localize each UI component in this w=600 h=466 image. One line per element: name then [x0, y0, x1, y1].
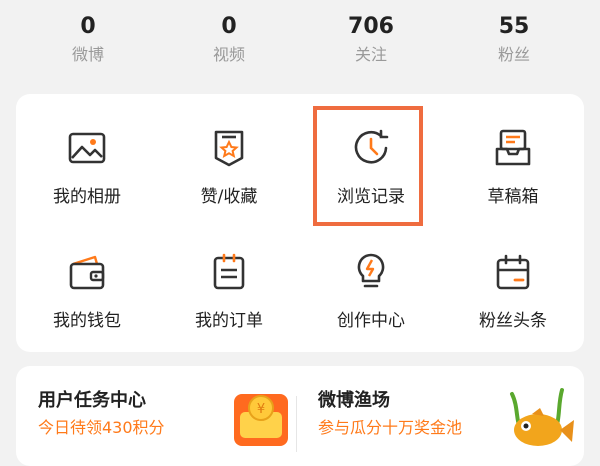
photo-album-icon — [68, 132, 106, 164]
stat-following[interactable]: 706 关注 — [301, 12, 441, 68]
stat-followers[interactable]: 55 粉丝 — [444, 12, 584, 68]
stat-value: 706 — [348, 14, 394, 39]
grid-item-drafts[interactable]: 草稿箱 — [442, 100, 584, 220]
grid-item-wallet[interactable]: 我的钱包 — [16, 224, 158, 344]
weibo-fishery[interactable]: 微博渔场 参与瓜分十万奖金池 — [318, 388, 462, 442]
grid-item-label: 浏览记录 — [337, 187, 405, 207]
stat-value: 0 — [80, 14, 96, 39]
wallet-icon — [69, 255, 105, 290]
user-task-center[interactable]: 用户任务中心 今日待领430积分 — [38, 388, 165, 442]
stat-label: 视频 — [212, 45, 245, 64]
lightbulb-icon — [357, 253, 385, 288]
task-subtitle: 参与瓜分十万奖金池 — [318, 418, 463, 437]
grid-item-album[interactable]: 我的相册 — [16, 100, 158, 220]
feature-grid-card: 我的相册 赞/收藏 浏览记录 草稿箱 我的钱包 我的订单 创作中心 粉丝头条 — [16, 94, 584, 352]
grid-item-label: 我的订单 — [195, 311, 263, 331]
grid-item-likes[interactable]: 赞/收藏 — [158, 100, 300, 220]
grid-item-label: 我的钱包 — [53, 311, 121, 331]
task-title: 微博渔场 — [318, 390, 390, 411]
fish-icon — [510, 388, 574, 446]
grid-item-label: 我的相册 — [53, 187, 121, 207]
grid-item-label: 赞/收藏 — [200, 187, 258, 207]
grid-item-label: 创作中心 — [337, 311, 405, 331]
stat-value: 0 — [221, 14, 237, 39]
profile-stats: 0 微博 0 视频 706 关注 55 粉丝 — [0, 0, 600, 82]
grid-item-orders[interactable]: 我的订单 — [158, 224, 300, 344]
grid-item-history[interactable]: 浏览记录 — [300, 100, 442, 220]
stat-label: 粉丝 — [497, 45, 530, 64]
order-list-icon — [213, 253, 245, 290]
grid-item-fan-headlines[interactable]: 粉丝头条 — [442, 224, 584, 344]
history-clock-icon — [354, 129, 389, 164]
svg-text:¥: ¥ — [257, 402, 265, 417]
task-title: 用户任务中心 — [38, 390, 146, 411]
tasks-card: 用户任务中心 今日待领430积分 ¥ 微博渔场 参与瓜分十万奖金池 — [16, 366, 584, 466]
star-bookmark-icon — [214, 130, 244, 167]
stat-label: 微博 — [71, 45, 104, 64]
grid-item-label: 粉丝头条 — [479, 311, 547, 331]
stat-videos[interactable]: 0 视频 — [159, 12, 299, 68]
gold-coins-icon: ¥ — [234, 394, 288, 446]
grid-item-creator-center[interactable]: 创作中心 — [300, 224, 442, 344]
stat-weibo[interactable]: 0 微博 — [18, 12, 158, 68]
grid-item-label: 草稿箱 — [487, 187, 539, 207]
task-subtitle: 今日待领430积分 — [38, 418, 165, 437]
calendar-icon — [496, 254, 530, 290]
stat-value: 55 — [498, 14, 530, 39]
stat-label: 关注 — [354, 45, 387, 64]
draft-box-icon — [495, 129, 531, 166]
divider — [296, 396, 297, 452]
